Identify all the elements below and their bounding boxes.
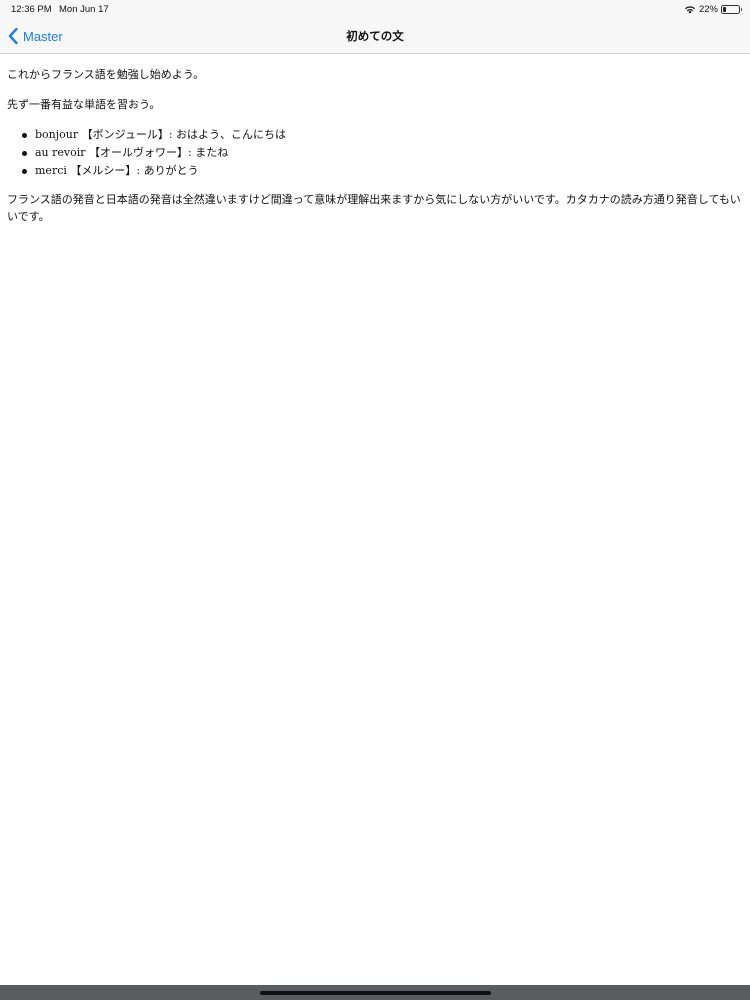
bullet-icon <box>22 169 27 174</box>
battery-icon <box>721 4 742 14</box>
back-button-label: Master <box>23 28 63 44</box>
list-item-text: bonjour 【ボンジュール】: おはよう、こんにちは <box>35 128 287 141</box>
status-time: 12:36 PM <box>11 4 52 15</box>
list-item-text: au revoir 【オールヴォワー】: またね <box>35 146 229 159</box>
page-title: 初めての文 <box>346 29 404 43</box>
battery-level-fill <box>723 6 727 12</box>
home-bar-area <box>0 985 750 1000</box>
battery-percent: 22% <box>698 3 718 15</box>
pronunciation-paragraph: フランス語の発音と日本語の発音は全然違いますけど間違って意味が理解出来ますから気… <box>7 193 741 223</box>
back-button[interactable]: Master <box>7 18 63 54</box>
vocabulary-intro-paragraph: 先ず一番有益な単語を習おう。 <box>7 98 161 111</box>
list-item: bonjour 【ボンジュール】: おはよう、こんにちは <box>7 126 747 144</box>
list-item: merci 【メルシー】: ありがとう <box>7 162 747 180</box>
status-bar: 12:36 PM Mon Jun 17 22% <box>0 0 750 18</box>
status-indicators: 22% <box>684 3 742 15</box>
chevron-left-icon <box>8 27 18 45</box>
home-indicator[interactable] <box>260 991 491 995</box>
list-item: au revoir 【オールヴォワー】: またね <box>7 144 747 162</box>
list-item-text: merci 【メルシー】: ありがとう <box>35 164 199 177</box>
wifi-icon <box>684 5 695 14</box>
article-content: これからフランス語を勉強し始めよう。 先ず一番有益な単語を習おう。 bonjou… <box>7 66 747 237</box>
navigation-bar: 初めての文 Master <box>0 18 750 54</box>
bullet-icon <box>22 133 27 138</box>
bullet-icon <box>22 151 27 156</box>
vocabulary-list: bonjour 【ボンジュール】: おはよう、こんにちは au revoir 【… <box>7 126 747 180</box>
status-date: Mon Jun 17 <box>59 4 109 15</box>
intro-paragraph: これからフランス語を勉強し始めよう。 <box>7 68 205 81</box>
